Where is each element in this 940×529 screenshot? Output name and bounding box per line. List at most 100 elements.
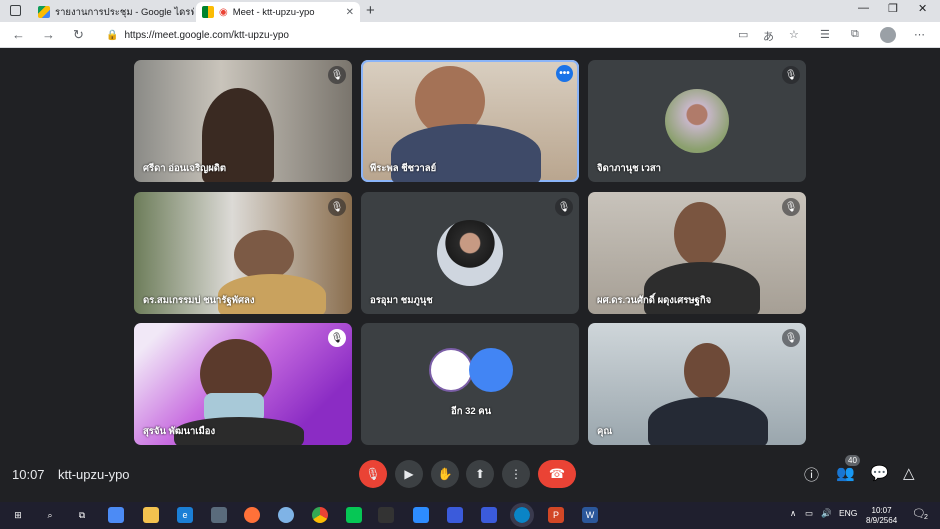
participant-name: พีระพล ชีชวาลย์	[370, 163, 437, 174]
word-icon[interactable]: W	[582, 507, 598, 523]
battery-icon: ▭	[805, 508, 814, 518]
meeting-code: ktt-upzu-ypo	[58, 467, 130, 482]
participant-avatar	[437, 220, 503, 286]
participant-name: อรอุมา ชมภูนุช	[370, 295, 433, 306]
store-icon[interactable]	[108, 507, 124, 523]
info-icon[interactable]: ⓘ	[804, 464, 819, 485]
others-avatar-logo	[429, 348, 473, 392]
mic-toggle-button[interactable]: 🎙	[359, 460, 387, 488]
participant-tile[interactable]: 🎙 อรอุมา ชมภูนุช	[361, 192, 579, 314]
close-tab-icon[interactable]: ✕	[346, 7, 354, 18]
profile-avatar[interactable]	[880, 27, 896, 43]
camera-icon[interactable]: ▭	[738, 28, 748, 41]
participant-tile[interactable]: 🎙 จิดาภานุช เวสา	[588, 60, 806, 182]
app-icon[interactable]	[378, 507, 394, 523]
file-explorer-icon[interactable]	[143, 507, 159, 523]
volume-icon[interactable]: 🔊	[821, 508, 832, 519]
forward-icon[interactable]: →	[42, 27, 55, 42]
app-icon[interactable]	[481, 507, 497, 523]
mic-off-icon: 🎙	[782, 198, 800, 216]
line-icon[interactable]	[346, 507, 362, 523]
mic-off-icon: 🎙	[328, 329, 346, 347]
participant-video	[674, 202, 726, 266]
maximize-icon[interactable]: ❐	[888, 2, 898, 15]
system-clock[interactable]: 10:07 8/9/2564	[866, 506, 897, 526]
mic-off-icon: 🎙	[782, 329, 800, 347]
mic-off-icon: 🎙	[782, 66, 800, 84]
self-tile[interactable]: 🎙 คุณ	[588, 323, 806, 445]
clock-time: 10:07	[871, 506, 892, 515]
meet-icon	[202, 6, 214, 18]
meeting-time: 10:07	[12, 467, 45, 482]
url-text: https://meet.google.com/ktt-upzu-ypo	[124, 29, 289, 41]
tab-meet[interactable]: ◉ Meet - ktt-upzu-ypo ✕	[196, 2, 360, 22]
camera-app-icon[interactable]	[211, 507, 227, 523]
taskbar: ⊞ ⌕ ⧉ e P W ∧ ▭ 🔊 ENG 10:07 8/9/2564 🗨 2	[0, 502, 940, 529]
others-avatar-person	[469, 348, 513, 392]
more-options-icon[interactable]: •••	[556, 65, 573, 82]
mic-off-icon: 🎙	[328, 198, 346, 216]
tab-drive-title: รายงานการประชุม - Google ไดรฟ์	[55, 6, 194, 18]
mic-off-icon: 🎙	[328, 66, 346, 84]
others-count: อีก 32 คน	[451, 406, 492, 417]
participant-tile[interactable]: 🎙 สุรจัน พัฒนาเมือง	[134, 323, 352, 445]
participant-body	[648, 397, 768, 445]
more-icon[interactable]: ⋯	[914, 28, 925, 41]
participant-video	[684, 343, 730, 399]
url-field[interactable]: 🔒 https://meet.google.com/ktt-upzu-ypo	[98, 25, 808, 45]
chrome-icon[interactable]	[312, 507, 328, 523]
reload-icon[interactable]: ↻	[73, 27, 84, 43]
participant-count-badge: 40	[845, 455, 860, 466]
firefox-icon[interactable]	[244, 507, 260, 523]
browser-tab-bar: รายงานการประชุม - Google ไดรฟ์ ✕ ◉ Meet …	[0, 0, 940, 22]
globe-icon[interactable]	[278, 507, 294, 523]
people-icon[interactable]: 👥	[836, 464, 855, 482]
clock-date: 8/9/2564	[866, 516, 898, 525]
others-tile[interactable]: อีก 32 คน	[361, 323, 579, 445]
tab-meet-title: Meet - ktt-upzu-ypo	[232, 6, 315, 18]
participant-tile-active[interactable]: ••• พีระพล ชีชวาลย์	[361, 60, 579, 182]
participant-name: ผศ.ดร.วนศักดิ์ ผดุงเศรษฐกิจ	[597, 295, 712, 306]
favorite-icon[interactable]: ☆	[789, 28, 799, 41]
participant-tile[interactable]: 🎙 ศรีดา อ่อนเจริญผดิต	[134, 60, 352, 182]
lock-icon: 🔒	[106, 29, 119, 41]
tray-chevron-icon[interactable]: ∧	[790, 508, 796, 519]
more-options-button[interactable]: ⋮	[502, 460, 530, 488]
end-call-button[interactable]: ☎	[538, 460, 576, 488]
task-view-icon[interactable]: ⧉	[74, 507, 90, 523]
participant-name: คุณ	[597, 426, 613, 437]
mic-off-icon: 🎙	[555, 198, 573, 216]
collections-icon[interactable]: ⧉	[851, 28, 859, 41]
participant-video	[234, 230, 294, 280]
app-icon[interactable]	[447, 507, 463, 523]
edge-icon[interactable]	[510, 503, 534, 527]
zoom-icon[interactable]	[413, 507, 429, 523]
tab-actions-icon[interactable]	[10, 5, 21, 16]
back-icon[interactable]: ←	[12, 27, 25, 42]
participant-tile[interactable]: 🎙 ผศ.ดร.วนศักดิ์ ผดุงเศรษฐกิจ	[588, 192, 806, 314]
powerpoint-icon[interactable]: P	[548, 507, 564, 523]
notification-count: 2	[924, 514, 928, 521]
favorites-list-icon[interactable]: ☰	[820, 28, 830, 41]
participant-name: ศรีดา อ่อนเจริญผดิต	[143, 163, 227, 174]
drive-icon	[38, 6, 50, 18]
minimize-icon[interactable]: —	[858, 2, 869, 14]
participant-tile[interactable]: 🎙 ดร.สมเกรรมบ่ ชนารัฐพัศลง	[134, 192, 352, 314]
start-icon[interactable]: ⊞	[10, 507, 26, 523]
participant-name: สุรจัน พัฒนาเมือง	[143, 426, 216, 437]
close-window-icon[interactable]: ✕	[918, 2, 927, 15]
translate-icon[interactable]: あ	[763, 28, 774, 44]
chat-icon[interactable]: 💬	[870, 464, 889, 482]
new-tab-icon[interactable]: +	[366, 2, 375, 19]
present-button[interactable]: ⬆	[466, 460, 494, 488]
recording-icon: ◉	[219, 6, 228, 18]
raise-hand-button[interactable]: ✋	[431, 460, 459, 488]
participant-name: จิดาภานุช เวสา	[597, 163, 661, 174]
camera-toggle-button[interactable]: ▶	[395, 460, 423, 488]
tab-drive[interactable]: รายงานการประชุม - Google ไดรฟ์ ✕	[32, 2, 194, 22]
participant-avatar	[665, 89, 729, 153]
activities-icon[interactable]: △	[903, 464, 915, 482]
search-icon[interactable]: ⌕	[42, 507, 58, 523]
edge-legacy-icon[interactable]: e	[177, 507, 193, 523]
language-indicator[interactable]: ENG	[839, 508, 857, 518]
